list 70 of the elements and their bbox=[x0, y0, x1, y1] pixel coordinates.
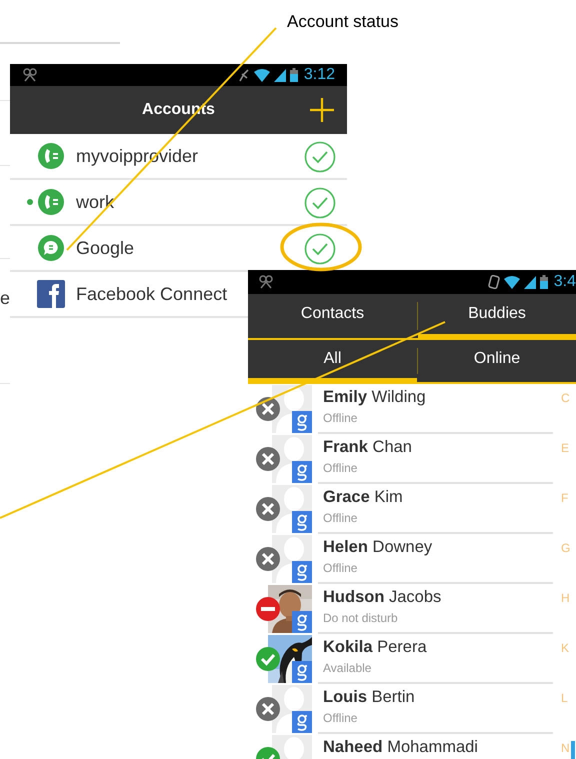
badge-icon bbox=[292, 611, 312, 633]
status-text: Offline bbox=[323, 710, 358, 726]
buddy-name: Emily Wilding bbox=[323, 387, 427, 408]
account-name: work bbox=[76, 190, 114, 214]
offline-icon bbox=[256, 697, 280, 721]
battery-icon bbox=[290, 68, 298, 82]
clock-text: 3:4 bbox=[554, 273, 576, 291]
status-text: Offline bbox=[323, 460, 358, 476]
logo-icon bbox=[37, 280, 65, 308]
phone-icon bbox=[38, 143, 64, 169]
buddy-name: Louis Bertin bbox=[323, 687, 416, 708]
chat-icon bbox=[38, 235, 64, 261]
offline-icon bbox=[256, 497, 280, 521]
account-name: Google bbox=[76, 236, 134, 260]
badge-icon bbox=[292, 711, 312, 733]
available-icon bbox=[256, 647, 280, 671]
offline-icon bbox=[256, 397, 280, 421]
buddy-name: Naheed Mohammadi bbox=[323, 737, 479, 758]
wifi-icon bbox=[504, 276, 520, 288]
phone-icon bbox=[38, 189, 64, 215]
buddy-row[interactable]: Grace Kim Offline F bbox=[248, 484, 576, 534]
buddy-name: Frank Chan bbox=[323, 437, 413, 458]
badge-icon bbox=[292, 461, 312, 483]
badge-icon bbox=[292, 511, 312, 533]
add-button[interactable] bbox=[309, 97, 335, 123]
battery-icon bbox=[540, 275, 548, 289]
clock-text: 3:12 bbox=[304, 66, 335, 84]
badge-icon bbox=[292, 411, 312, 433]
section-letter: C bbox=[561, 391, 570, 405]
section-letter: E bbox=[561, 441, 570, 455]
section-letter: H bbox=[561, 591, 570, 605]
buddy-name: Hudson Jacobs bbox=[323, 587, 442, 608]
buddy-name: Helen Downey bbox=[323, 537, 434, 558]
section-letter: F bbox=[561, 491, 568, 505]
offline-icon bbox=[256, 547, 280, 571]
buddy-name: Grace Kim bbox=[323, 487, 404, 508]
status-text: Offline bbox=[323, 510, 358, 526]
buddy-row[interactable]: Frank Chan Offline E bbox=[248, 434, 576, 484]
status-text: Available bbox=[323, 660, 372, 676]
menu-item-text: e bbox=[0, 288, 10, 308]
buddy-row[interactable]: Helen Downey Offline G bbox=[248, 534, 576, 584]
status-text: Do not disturb bbox=[323, 610, 399, 626]
notification-icon bbox=[258, 275, 274, 289]
badge-icon bbox=[292, 561, 312, 583]
buddy-row[interactable]: Kokila Perera Available K bbox=[248, 634, 576, 684]
buddy-row[interactable]: Emily Wilding Offline C bbox=[248, 384, 576, 434]
annotation-label: Account status bbox=[287, 12, 399, 32]
badge-icon bbox=[292, 661, 312, 683]
do-not-disturb-icon bbox=[256, 597, 280, 621]
section-letter: N bbox=[561, 741, 570, 755]
buddy-name: Kokila Perera bbox=[323, 637, 428, 658]
section-letter: L bbox=[561, 691, 568, 705]
filter-tab[interactable]: Online bbox=[418, 340, 576, 382]
rotation-icon bbox=[488, 275, 500, 289]
offline-icon bbox=[256, 447, 280, 471]
buddy-row[interactable]: Hudson Jacobs Do not disturb H bbox=[248, 584, 576, 634]
wifi-icon bbox=[254, 68, 270, 82]
status-text: Offline bbox=[323, 560, 358, 576]
section-letter: G bbox=[561, 541, 570, 555]
notification-icon bbox=[22, 68, 38, 82]
signal-icon bbox=[524, 276, 536, 288]
account-name: Facebook Connect bbox=[76, 282, 228, 306]
buddy-row[interactable]: Naheed Mohammadi N bbox=[248, 734, 576, 759]
buddy-row[interactable]: Louis Bertin Offline L bbox=[248, 684, 576, 734]
filter-tab[interactable]: All bbox=[248, 340, 417, 382]
status-text: Offline bbox=[323, 410, 358, 426]
mute-icon bbox=[238, 68, 250, 82]
account-row[interactable]: work bbox=[10, 180, 347, 226]
section-letter: K bbox=[561, 641, 570, 655]
signal-icon bbox=[274, 68, 286, 82]
